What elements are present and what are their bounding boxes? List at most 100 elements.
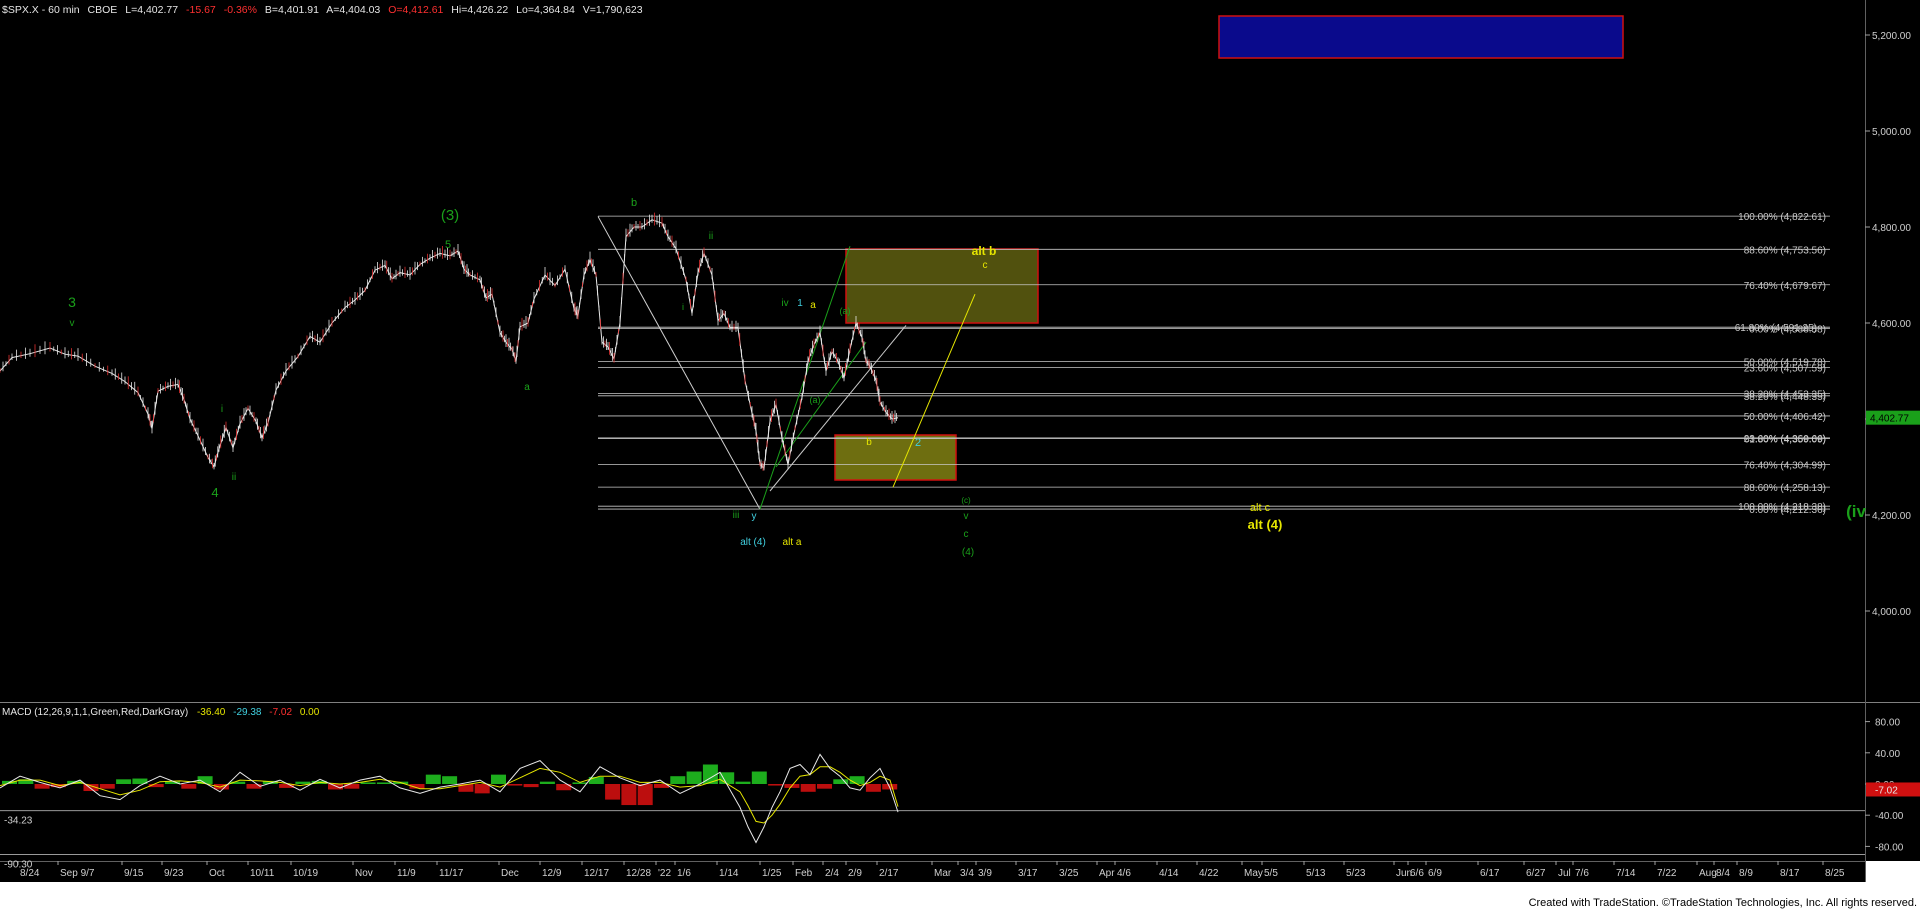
macd-histogram-bar [670,776,686,784]
macd-histogram-bar [295,781,311,784]
wave-label: i [221,404,223,415]
chart-svg[interactable]: 100.00% (4,822.61) 88.60% (4,753.56) 76.40… [0,0,1920,912]
wave-label: (3) [441,207,459,224]
macd-histogram-bar [539,781,555,784]
wave-label: b [631,197,637,209]
wave-label: (a) [840,306,851,316]
macd-ref-label: -34.23 [4,816,33,827]
time-axis-label: 7/6 [1575,868,1589,879]
net-change: -15.67 [186,4,216,16]
time-axis-label: May [1244,868,1263,879]
wave-label: c [983,260,988,271]
symbol: $SPX.X - 60 min [2,4,80,16]
volume: V=1,790,623 [583,4,643,16]
macd-histogram-bar [376,782,392,784]
time-axis-label: Jul [1558,868,1571,879]
time-axis-label: 1/25 [762,868,782,879]
last-price-axis-label: 4,402.77 [1870,414,1909,425]
price-axis-label: 4,200.00 [1872,511,1911,522]
fib-label: 23.60% (4,360.66) [1744,434,1826,445]
macd-diff-value: -7.02 [269,707,292,718]
time-axis-label: 6/17 [1480,868,1500,879]
time-axis-label: 5/5 [1264,868,1278,879]
macd-histogram-bar [360,782,376,784]
wave-label: alt (4) [740,537,766,548]
time-axis-label: 12/28 [626,868,651,879]
wave-label: alt b [972,244,997,258]
wave-label: alt (4) [1248,517,1283,532]
wave-label: 5 [445,239,451,251]
fib-label: 38.20% (4,453.35) [1744,389,1826,400]
target-zone-blue[interactable] [1218,15,1624,59]
price-axis-label: 5,000.00 [1872,127,1911,138]
low: Lo=4,364.84 [516,4,575,16]
time-axis-label: 11/9 [397,868,416,879]
resistance-zone-box[interactable] [845,248,1039,324]
time-axis-label: 8/17 [1780,868,1800,879]
bid: B=4,401.91 [265,4,319,16]
time-axis-label: 2/9 [848,868,862,879]
price-axis-label: 4,000.00 [1872,607,1911,618]
wave-label: ii [232,472,236,483]
time-axis-label: 8/24 [20,868,40,879]
time-axis-label: 8/9 [1739,868,1753,879]
time-axis-label: 11/17 [439,868,464,879]
time-axis-label: Nov [355,868,373,879]
wave-label: c [964,529,969,540]
time-axis-label: 7/22 [1657,868,1677,879]
wave-label: 1 [797,298,803,309]
time-axis-label: 8/4 [1716,868,1730,879]
time-axis-label: Feb [795,868,813,879]
macd-histogram-bar [344,784,360,789]
time-axis-label: 1/6 [677,868,691,879]
wave-label: iii [733,510,740,521]
wave-label: y [752,511,757,522]
macd-histogram-bar [442,776,458,784]
time-axis-label: 8/25 [1825,868,1845,879]
fib-label: 50.00% (4,406.42) [1744,412,1826,423]
wave-label: (a) [810,395,821,405]
time-axis-label: 6/27 [1526,868,1546,879]
macd-title-row: MACD (12,26,9,1,1,Green,Red,DarkGray) -3… [2,707,320,718]
time-axis-label: 2/17 [879,868,899,879]
time-axis-label: 6/9 [1428,868,1442,879]
time-axis-label: Mar [934,868,952,879]
support-zone-box[interactable] [834,434,957,481]
macd-histogram-bar [849,776,865,784]
macd-histogram-bar [768,784,784,786]
macd-axis-label: -40.00 [1875,811,1904,822]
fib-label: 23.60% (4,507.59) [1744,363,1826,374]
time-axis-label: 1/14 [719,868,739,879]
wave-label: alt c [1250,502,1271,514]
open: O=4,412.61 [388,4,443,16]
ask: A=4,404.03 [326,4,380,16]
macd-axis-label: 40.00 [1875,749,1900,760]
time-axis-label: 10/19 [293,868,318,879]
wave-label: (iv [1846,502,1866,521]
fib-label: 88.60% (4,258.13) [1744,483,1826,494]
wave-label: a [810,300,816,311]
macd-axis-label: -80.00 [1875,842,1904,853]
time-axis-label: 4/22 [1199,868,1219,879]
time-axis-label: 2/4 [825,868,839,879]
macd-histogram-bar [621,784,637,806]
last-price: L=4,402.77 [125,4,178,16]
time-axis-label: 10/11 [250,868,275,879]
price-panel-background[interactable] [0,0,1865,702]
time-axis-label: 4/6 [1117,868,1131,879]
time-axis-label: Aug [1699,868,1717,879]
macd-histogram-bar [425,774,441,784]
time-axis-label: Sep 9/7 [60,868,95,879]
time-axis-label: 3/25 [1059,868,1079,879]
wave-label: b [866,437,872,448]
macd-histogram-bar [491,774,506,784]
time-axis-label: 12/9 [542,868,562,879]
macd-histogram-bar [523,784,539,788]
macd-axis-label: 80.00 [1875,718,1900,729]
fib-label: 76.40% (4,679.67) [1744,281,1826,292]
time-axis-label: 9/23 [164,868,184,879]
macd-histogram-bar [181,784,197,789]
macd-histogram-bar [686,771,702,784]
macd-histogram-bar [735,781,751,784]
time-axis-label: Apr [1099,868,1115,879]
